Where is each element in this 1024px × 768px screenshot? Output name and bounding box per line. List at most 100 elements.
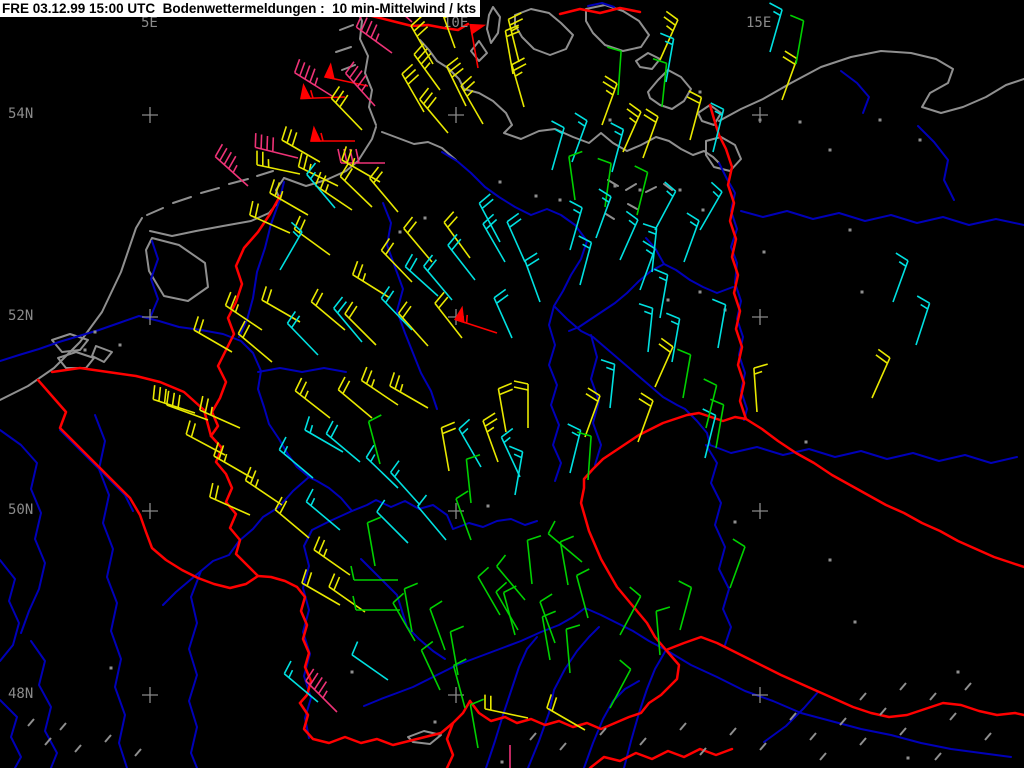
wind-barb	[461, 76, 483, 124]
wind-barb	[782, 51, 797, 100]
wind-barb	[214, 442, 252, 478]
wind-barb	[684, 213, 699, 262]
coastline-layer	[0, 0, 1024, 744]
wind-barb	[872, 349, 890, 398]
wind-barb	[643, 109, 658, 158]
grid-label: 48N	[8, 686, 33, 702]
wind-barb	[639, 304, 653, 352]
map-title: FRE 03.12.99 15:00 UTC Bodenwettermeldun…	[2, 1, 476, 16]
grid-cross	[448, 503, 464, 519]
wind-barb	[369, 415, 382, 464]
wind-barb	[367, 517, 380, 566]
wind-barb	[710, 399, 723, 448]
wind-barb	[456, 491, 471, 540]
wind-barb	[447, 58, 466, 106]
grid-label: 10E	[443, 15, 468, 31]
wind-barb	[381, 238, 412, 282]
wind-barb	[509, 446, 522, 495]
wind-barb	[305, 416, 343, 452]
wind-barb	[527, 536, 541, 584]
wind-barb	[414, 44, 440, 90]
wind-barb	[660, 11, 678, 60]
wind-barb	[512, 58, 526, 107]
wind-barb	[362, 367, 399, 405]
grid-cross	[752, 503, 768, 519]
wind-barb	[411, 16, 433, 64]
wind-barb	[700, 182, 722, 230]
wind-barb	[754, 364, 768, 412]
wind-barb	[299, 153, 339, 186]
wind-barb	[366, 445, 398, 488]
wind-barb	[655, 338, 673, 387]
wind-barb	[314, 537, 350, 575]
grid-cross	[142, 309, 158, 325]
wind-barb	[352, 642, 388, 680]
wind-barb	[326, 421, 360, 462]
wind-barb	[568, 424, 581, 473]
wind-barb	[257, 151, 300, 174]
grid-label: 50N	[8, 502, 33, 518]
wind-barb	[607, 47, 621, 95]
wind-barb	[601, 360, 615, 408]
wind-barb	[677, 349, 690, 398]
wind-barb	[501, 429, 520, 478]
wind-barb	[504, 586, 517, 635]
grid-cross	[142, 687, 158, 703]
wind-barb	[666, 313, 679, 362]
wind-barb	[399, 302, 428, 346]
wind-barb	[311, 128, 355, 141]
wind-barb	[331, 86, 362, 130]
wind-barb	[548, 521, 582, 562]
grid-cross	[752, 309, 768, 325]
rivers-layer	[0, 2, 1024, 768]
wind-barb	[483, 413, 498, 462]
wind-barb	[497, 555, 525, 600]
wind-barb	[620, 211, 638, 260]
wind-barb	[893, 253, 908, 302]
grid-cross	[142, 503, 158, 519]
wind-barb	[405, 254, 438, 296]
wind-barb	[262, 286, 300, 322]
wind-barb	[638, 393, 653, 442]
wind-barb	[654, 269, 667, 318]
grid-label: 52N	[8, 308, 33, 324]
wind-barb	[569, 152, 582, 201]
wind-barb	[730, 539, 745, 588]
wind-barb	[279, 437, 313, 478]
wind-barb	[424, 255, 452, 300]
wind-barb	[210, 483, 250, 515]
wind-barb	[306, 669, 337, 712]
grid-cross	[142, 107, 158, 123]
wind-barb	[577, 432, 591, 480]
wind-barb	[402, 64, 424, 112]
surface-wind-map: 5E10E15E54N52N50N48N	[0, 0, 1024, 768]
wind-barb	[916, 296, 930, 345]
wind-barb	[514, 381, 528, 428]
wind-barb	[498, 383, 512, 432]
weather-map-screen: 5E10E15E54N52N50N48N FRE 03.12.99 15:00 …	[0, 0, 1024, 768]
wind-barbs-layer	[153, 0, 929, 768]
graticule-layer	[142, 107, 768, 703]
title-bar: FRE 03.12.99 15:00 UTC Bodenwettermeldun…	[0, 0, 480, 17]
wind-barb	[507, 213, 525, 262]
wind-barb	[404, 217, 432, 262]
wind-barb	[510, 745, 524, 768]
wind-barb	[494, 289, 512, 338]
wind-barb	[200, 396, 240, 428]
wind-barb	[560, 536, 573, 585]
wind-barb	[712, 299, 725, 348]
wind-barb	[345, 302, 376, 345]
wind-barb	[391, 461, 420, 505]
wind-barb	[295, 378, 330, 418]
wind-barb	[470, 699, 483, 748]
wind-barb	[334, 297, 362, 342]
wind-barb	[483, 214, 505, 262]
wind-barb	[441, 422, 455, 471]
wind-barb	[610, 660, 631, 708]
wind-barb	[679, 581, 692, 630]
wind-barb	[655, 182, 676, 230]
grid-label: 15E	[746, 15, 771, 31]
wind-barb	[790, 15, 803, 64]
wind-barb	[418, 495, 446, 540]
wind-barb	[246, 467, 283, 505]
